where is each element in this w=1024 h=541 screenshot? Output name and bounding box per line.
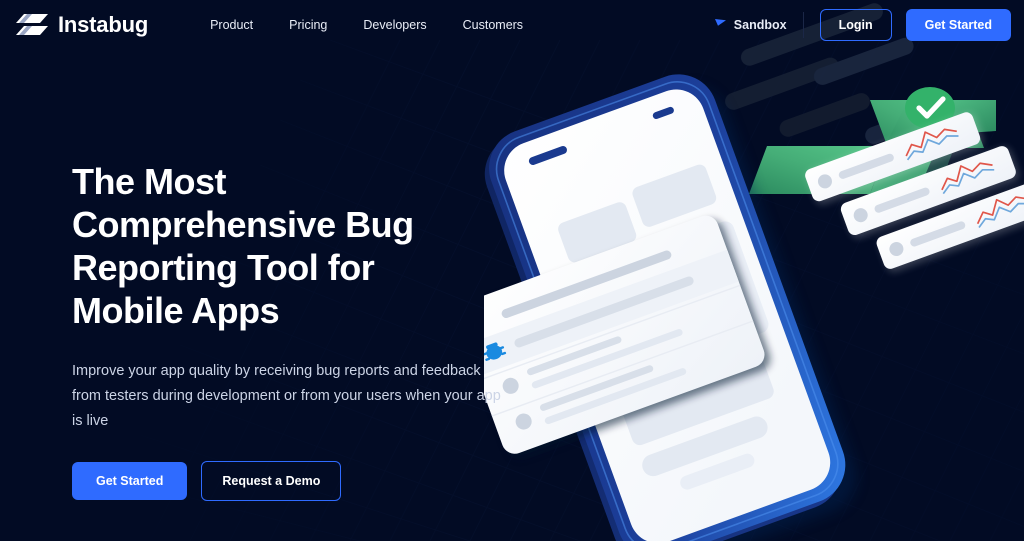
sandbox-label: Sandbox	[733, 18, 787, 32]
login-button[interactable]: Login	[819, 9, 892, 41]
navbar: Instabug Product Pricing Developers Cust…	[0, 0, 1024, 50]
sandbox-link[interactable]: Sandbox	[714, 16, 803, 34]
hero-illustration	[484, 0, 1024, 541]
brand-name: Instabug	[58, 12, 149, 37]
hero-title-line-3: Reporting Tool for	[72, 247, 375, 288]
hero-request-demo-button[interactable]: Request a Demo	[201, 461, 342, 501]
hero-title-line-1: The Most	[72, 161, 227, 202]
hero-section: The Most Comprehensive Bug Reporting Too…	[72, 160, 542, 501]
page-title: The Most Comprehensive Bug Reporting Too…	[72, 160, 542, 332]
nav-links: Product Pricing Developers Customers	[210, 18, 523, 32]
nav-divider	[802, 12, 804, 38]
nav-link-pricing[interactable]: Pricing	[289, 18, 327, 32]
hero-title-line-2: Comprehensive Bug	[72, 204, 414, 245]
get-started-button[interactable]: Get Started	[905, 9, 1011, 41]
nav-actions: Sandbox Login Get Started	[714, 9, 1011, 41]
brand-logo[interactable]: Instabug	[14, 12, 148, 38]
nav-link-product[interactable]: Product	[210, 18, 253, 32]
instabug-stacked-layers-icon	[14, 12, 50, 38]
nav-link-developers[interactable]: Developers	[363, 18, 426, 32]
hero-title-line-4: Mobile Apps	[72, 290, 280, 331]
play-flag-icon	[714, 16, 727, 34]
hero-subtitle: Improve your app quality by receiving bu…	[72, 363, 501, 429]
landing-page: Instabug Product Pricing Developers Cust…	[0, 0, 1024, 541]
hero-cta-group: Get Started Request a Demo	[72, 461, 542, 501]
nav-link-customers[interactable]: Customers	[463, 18, 523, 32]
hero-get-started-button[interactable]: Get Started	[72, 462, 188, 500]
